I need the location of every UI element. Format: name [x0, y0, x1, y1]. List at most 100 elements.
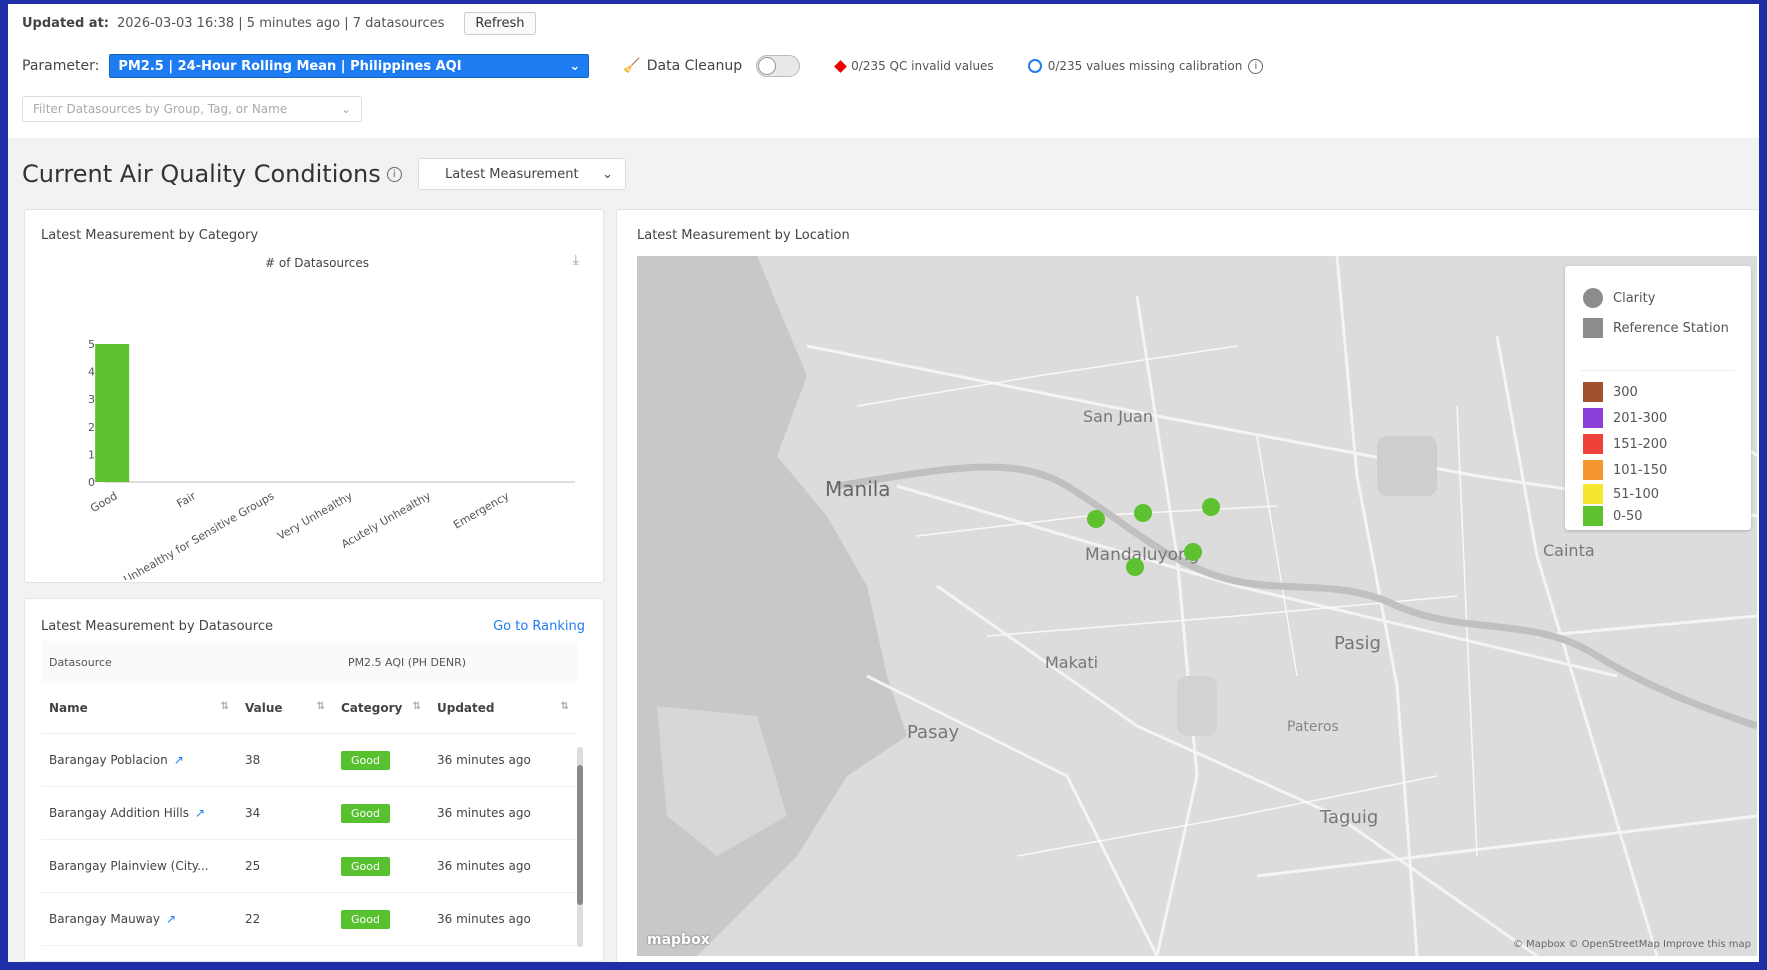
ring-icon: [1027, 59, 1042, 73]
datasource-table: Datasource PM2.5 AQI (PH DENR) Name ⇅ Val…: [41, 641, 577, 946]
col-value-header[interactable]: Value ⇅: [237, 683, 333, 734]
sort-icon: ⇅: [220, 701, 229, 712]
row-value: 38: [237, 733, 333, 787]
legend-range: 0-50: [1583, 506, 1643, 526]
table-scrollbar[interactable]: [577, 747, 583, 947]
page-title: Current Air Quality Conditions i: [22, 160, 402, 188]
qc-invalid-indicator: 0/235 QC invalid values: [834, 59, 994, 73]
row-updated: 36 minutes ago: [429, 733, 577, 787]
missing-calibration-text: 0/235 values missing calibration: [1047, 59, 1243, 73]
chevron-down-icon: ⌄: [569, 58, 581, 74]
row-name[interactable]: Barangay Poblacion: [49, 753, 168, 767]
table-row[interactable]: Barangay Mauway ↗ 22 Good 36 minutes ago: [41, 892, 577, 946]
row-name[interactable]: Barangay Addition Hills: [49, 806, 189, 820]
table-row[interactable]: Barangay Plainview (City... 25 Good 36 m…: [41, 839, 577, 893]
place-label: Pateros: [1287, 719, 1339, 735]
update-info: Updated at: 2026-03-03 16:38 | 5 minutes…: [22, 12, 536, 35]
chevron-down-icon: ⌄: [340, 102, 351, 116]
map-legend: Clarity Reference Station 300 201-300 15…: [1565, 266, 1751, 530]
table-row[interactable]: Barangay Poblacion ↗ 38 Good 36 minutes a…: [41, 733, 577, 787]
category-bar-chart: 0 1 2 3 4 5 Good FairUnhealthy for Sensitive Gr…: [88, 338, 575, 580]
measurement-select[interactable]: Latest Measurement ⌄: [418, 158, 626, 190]
row-value: 25: [237, 839, 333, 893]
col-datasource-header: Datasource: [41, 641, 237, 683]
datasource-table-card: Latest Measurement by Datasource Go to R…: [24, 598, 604, 962]
place-label: Makati: [1045, 653, 1098, 672]
parameter-value: PM2.5 | 24-Hour Rolling Mean | Philippin…: [118, 58, 462, 74]
map-attribution[interactable]: © Mapbox © OpenStreetMap Improve this ma…: [1513, 939, 1751, 950]
external-link-icon[interactable]: ↗: [195, 806, 205, 820]
x-tick-label: Fair: [174, 489, 198, 510]
row-value: 34: [237, 786, 333, 840]
col-group-header: PM2.5 AQI (PH DENR): [237, 641, 577, 683]
clarity-marker[interactable]: [1134, 504, 1152, 522]
parameter-label: Parameter:: [22, 58, 100, 74]
legend-reference: Reference Station: [1583, 318, 1729, 338]
row-name[interactable]: Barangay Mauway: [49, 912, 160, 926]
chevron-down-icon: ⌄: [602, 166, 613, 182]
filter-placeholder: Filter Datasources by Group, Tag, or Nam…: [33, 102, 288, 116]
category-card-title: Latest Measurement by Category: [41, 228, 259, 243]
y-tick-label: 4: [88, 366, 95, 379]
x-tick-label: Emergency: [451, 489, 512, 532]
category-chart-card: Latest Measurement by Category # of Data…: [24, 209, 604, 583]
refresh-button[interactable]: Refresh: [464, 12, 536, 35]
legend-range: 201-300: [1583, 408, 1667, 428]
row-name[interactable]: Barangay Plainview (City...: [49, 859, 209, 873]
legend-range: 300: [1583, 382, 1638, 402]
x-tick-label: Very Unhealthy: [275, 489, 355, 543]
row-updated: 36 minutes ago: [429, 892, 577, 946]
parameter-select[interactable]: PM2.5 | 24-Hour Rolling Mean | Philippin…: [109, 54, 590, 78]
legend-range: 51-100: [1583, 484, 1659, 504]
info-icon[interactable]: i: [1248, 58, 1264, 74]
status-badge: Good: [341, 803, 390, 823]
col-updated-header[interactable]: Updated ⇅: [429, 683, 577, 734]
row-updated: 36 minutes ago: [429, 786, 577, 840]
location-map[interactable]: Manila San Juan Mandaluyong Makati Pasay…: [637, 256, 1757, 956]
clarity-marker[interactable]: [1087, 510, 1105, 528]
diamond-icon: [834, 59, 847, 73]
info-icon[interactable]: i: [386, 166, 402, 182]
app-frame: Updated at: 2026-03-03 16:38 | 5 minutes…: [8, 4, 1759, 962]
status-badge: Good: [341, 909, 390, 929]
clarity-marker[interactable]: [1184, 543, 1202, 561]
datasource-filter-input[interactable]: Filter Datasources by Group, Tag, or Nam…: [22, 96, 362, 122]
updated-value: 2026-03-03 16:38 | 5 minutes ago | 7 dat…: [117, 16, 445, 31]
y-tick-label: 5: [88, 338, 95, 351]
sort-icon: ⇅: [412, 701, 421, 712]
missing-calibration-indicator: 0/235 values missing calibration i: [1027, 58, 1264, 74]
sort-icon: ⇅: [316, 701, 325, 712]
mapbox-logo[interactable]: mapbox: [647, 932, 710, 948]
y-tick-label: 2: [88, 421, 95, 434]
datasource-card-title: Latest Measurement by Datasource: [41, 619, 273, 634]
square-icon: [1583, 318, 1603, 338]
parameter-row: Parameter: PM2.5 | 24-Hour Rolling Mean …: [22, 54, 1264, 78]
status-badge: Good: [341, 750, 390, 770]
y-tick-label: 1: [88, 448, 95, 461]
map-card: Latest Measurement by Location Manila Sa…: [616, 209, 1759, 962]
place-label: Manila: [825, 477, 891, 501]
clarity-marker[interactable]: [1126, 558, 1144, 576]
updated-label: Updated at:: [22, 16, 109, 31]
external-link-icon[interactable]: ↗: [174, 753, 184, 767]
row-value: 22: [237, 892, 333, 946]
row-updated: 36 minutes ago: [429, 839, 577, 893]
place-label: San Juan: [1083, 407, 1153, 426]
place-label: Cainta: [1543, 541, 1595, 560]
measurement-select-value: Latest Measurement: [445, 166, 579, 182]
col-category-header[interactable]: Category ⇅: [333, 683, 429, 734]
place-label: Pasig: [1334, 633, 1381, 654]
go-to-ranking-link[interactable]: Go to Ranking: [493, 619, 585, 634]
x-tick-label: Unhealthy for Sensitive Groups: [121, 489, 276, 580]
map-card-title: Latest Measurement by Location: [637, 228, 850, 243]
status-badge: Good: [341, 856, 390, 876]
bar: [95, 344, 130, 482]
table-row[interactable]: Barangay Addition Hills ↗ 34 Good 36 minu…: [41, 786, 577, 840]
legend-range: 151-200: [1583, 434, 1667, 454]
col-name-header[interactable]: Name ⇅: [41, 683, 237, 734]
data-cleanup: 🧹 Data Cleanup: [623, 55, 801, 77]
data-cleanup-toggle[interactable]: [756, 55, 801, 77]
external-link-icon[interactable]: ↗: [166, 912, 176, 926]
clarity-marker[interactable]: [1202, 498, 1220, 516]
broom-icon: 🧹: [623, 58, 641, 74]
